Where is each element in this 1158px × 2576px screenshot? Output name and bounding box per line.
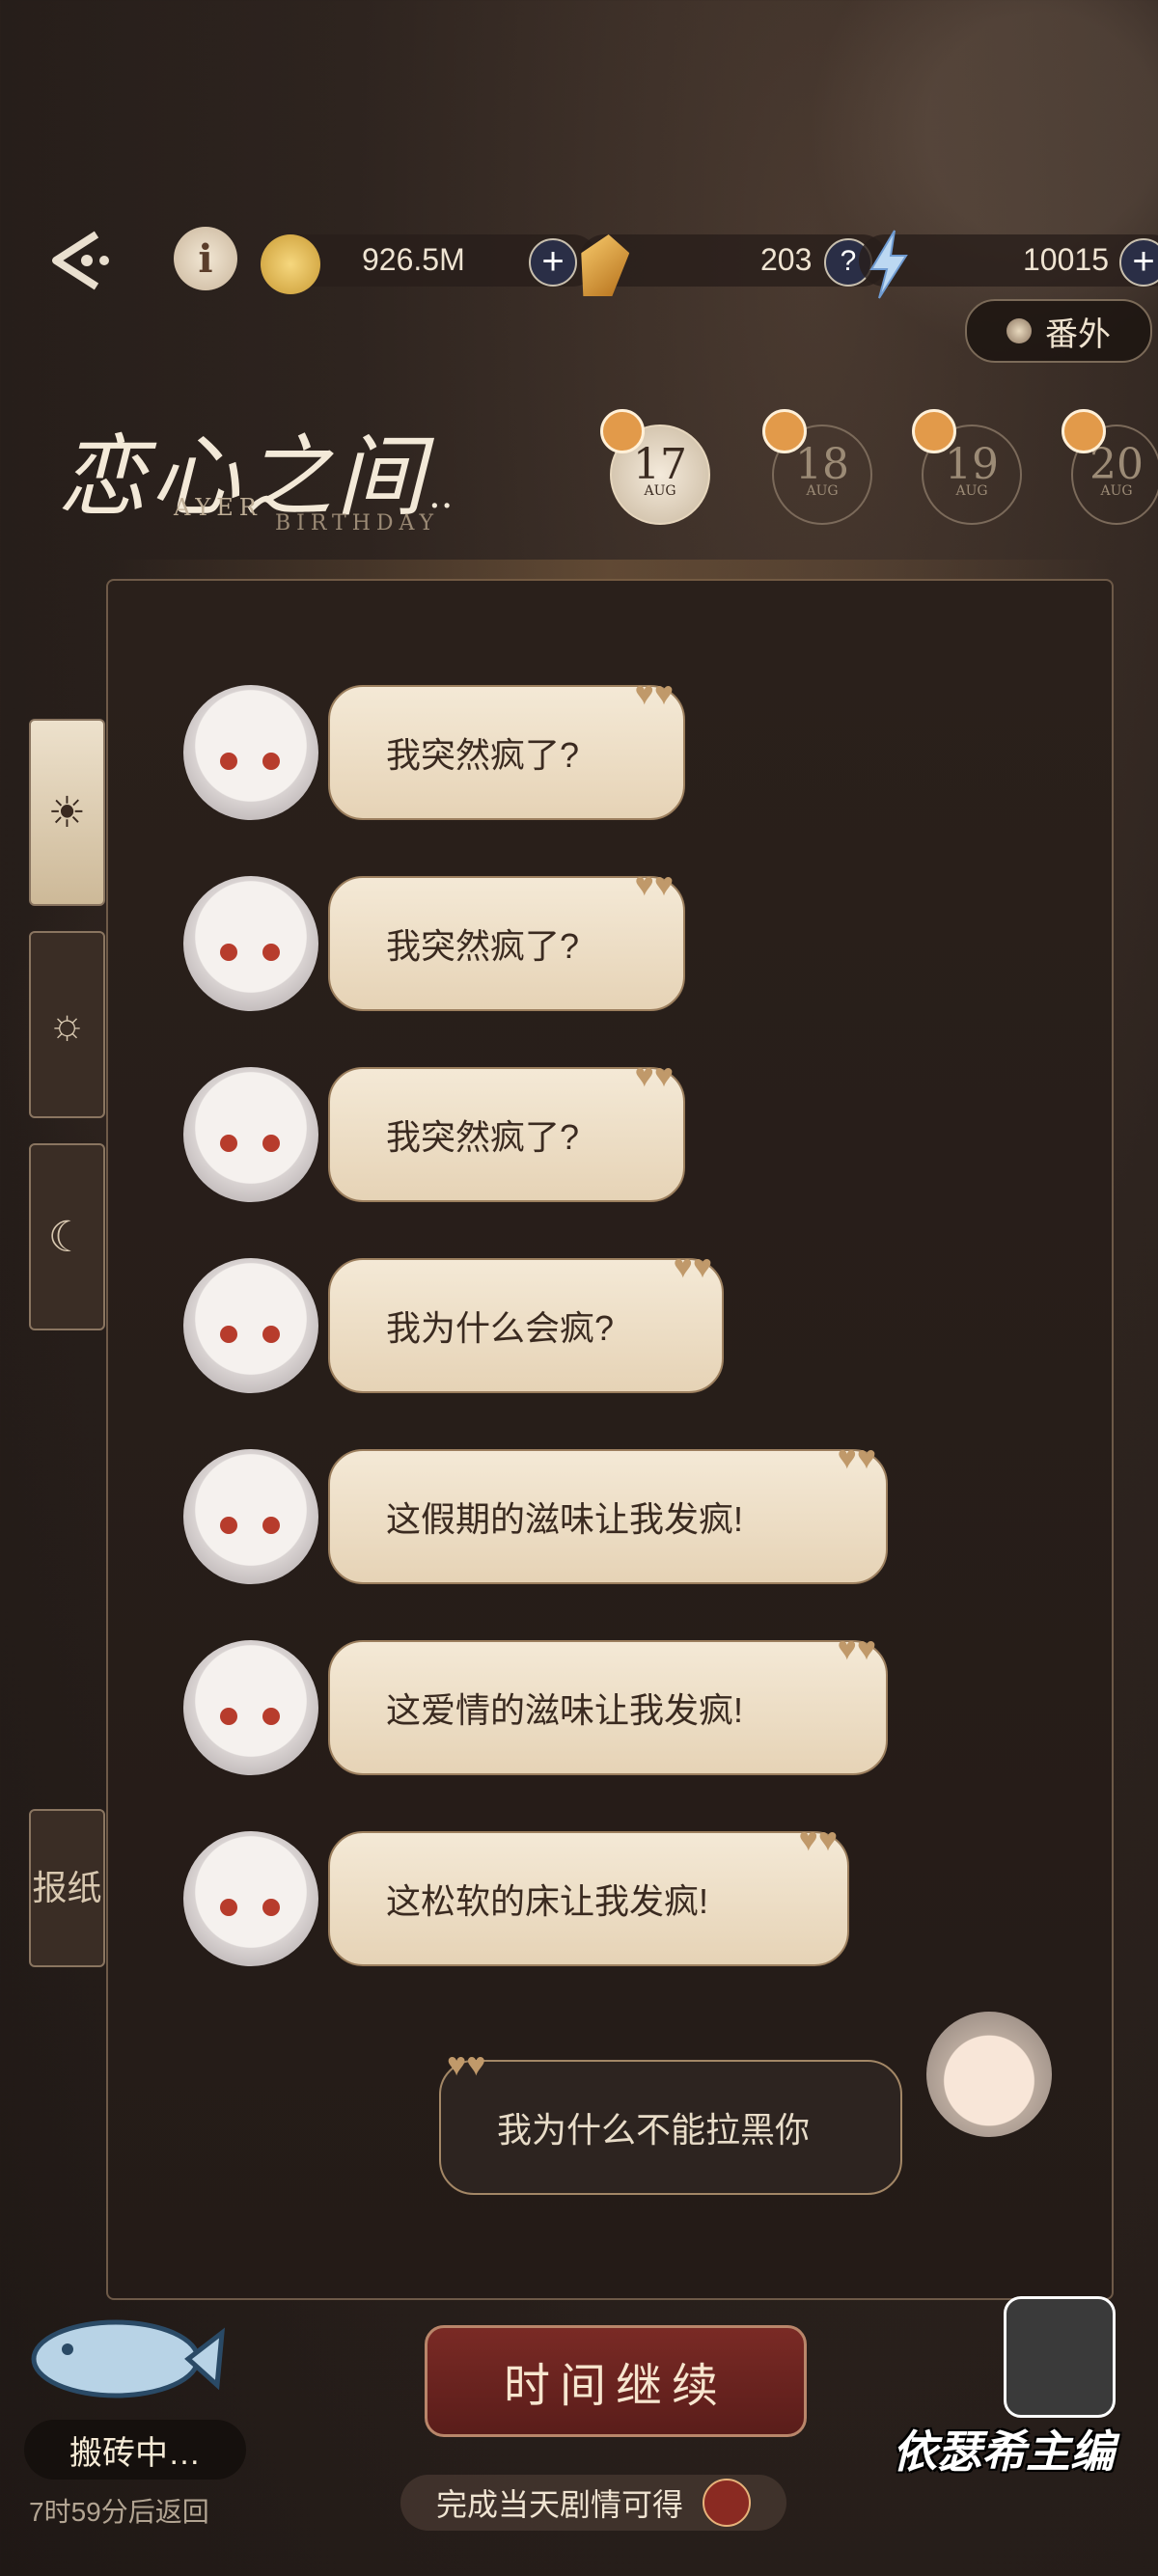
message-bubble: 我突然疯了? ♥♥	[328, 1057, 685, 1202]
fish-timer: 7时59分后返回	[29, 2497, 209, 2527]
sunrise-icon: ☀	[47, 788, 87, 836]
logo-subtitle-1: AYER	[174, 494, 262, 521]
back-arrow-icon[interactable]	[39, 227, 116, 294]
fish-status: 搬砖中…	[24, 2420, 246, 2480]
sun-icon: ☼	[47, 1000, 87, 1048]
date-month: AUG	[644, 483, 676, 499]
avatar[interactable]	[183, 1640, 318, 1775]
gem-counter: 203 ?	[579, 234, 888, 287]
reply-message: ♥♥ 我为什么不能拉黑你	[439, 2046, 902, 2195]
message-text: 这假期的滋味让我发疯!	[386, 1499, 744, 1539]
reply-text: 我为什么不能拉黑你	[497, 2110, 811, 2150]
heart-icon: ♥♥	[634, 866, 674, 903]
tab-morning[interactable]: ☀	[29, 719, 105, 906]
extra-story-button[interactable]: 番外	[965, 299, 1152, 363]
top-bar: i 926.5M + 203 ? 10015 +	[39, 217, 1158, 304]
gift-icon	[600, 409, 645, 453]
heart-icon: ♥♥	[798, 1822, 838, 1858]
ink-pot-icon	[1004, 2296, 1116, 2418]
date-month: AUG	[1100, 483, 1133, 499]
chat-message: 我突然疯了? ♥♥	[183, 675, 685, 820]
info-button[interactable]: i	[174, 227, 237, 290]
gift-icon	[1062, 409, 1106, 453]
avatar[interactable]	[183, 1449, 318, 1584]
reward-hint: 完成当天剧情可得	[400, 2475, 786, 2531]
lightning-icon	[869, 230, 908, 299]
date-20[interactable]: 20 AUG	[1062, 409, 1158, 525]
heart-icon: ♥♥	[837, 1439, 876, 1476]
add-coins-button[interactable]: +	[529, 238, 577, 287]
chat-message: 这爱情的滋味让我发疯! ♥♥	[183, 1631, 888, 1775]
message-bubble: 这松软的床让我发疯! ♥♥	[328, 1822, 849, 1966]
avatar[interactable]	[183, 685, 318, 820]
date-18[interactable]: 18 AUG	[762, 409, 872, 525]
chat-message: 这假期的滋味让我发疯! ♥♥	[183, 1439, 888, 1584]
chat-message: 我为什么会疯? ♥♥	[183, 1248, 724, 1393]
logo-subtitle-2: BIRTHDAY	[275, 511, 440, 535]
coin-value: 926.5M	[362, 242, 465, 277]
coin-icon	[261, 234, 320, 294]
date-month: AUG	[955, 483, 988, 499]
coin-counter: 926.5M +	[261, 234, 598, 294]
tab-noon[interactable]: ☼	[29, 931, 105, 1118]
gift-icon	[912, 409, 956, 453]
reply-bubble[interactable]: ♥♥ 我为什么不能拉黑你	[439, 2046, 902, 2195]
message-bubble: 这假期的滋味让我发疯! ♥♥	[328, 1439, 888, 1584]
chat-message: 我突然疯了? ♥♥	[183, 866, 685, 1011]
tab-night[interactable]: ☾	[29, 1143, 105, 1330]
heart-icon: ♥♥	[634, 1057, 674, 1094]
date-19[interactable]: 19 AUG	[912, 409, 1022, 525]
message-text: 这爱情的滋味让我发疯!	[386, 1690, 744, 1730]
continue-button[interactable]: 时间继续	[425, 2325, 807, 2437]
heart-icon: ♥♥	[634, 675, 674, 712]
date-month: AUG	[806, 483, 839, 499]
message-text: 我突然疯了?	[386, 1117, 580, 1157]
heart-icon: ♥♥	[447, 2046, 486, 2083]
heart-icon: ♥♥	[837, 1631, 876, 1667]
moon-icon: ☾	[47, 1213, 87, 1261]
avatar[interactable]	[183, 1831, 318, 1966]
event-logo: 恋心之间.. AYER BIRTHDAY	[58, 405, 453, 535]
reward-text: 完成当天剧情可得	[435, 2487, 683, 2522]
newspaper-label: 报纸	[32, 1867, 102, 1907]
message-bubble: 我突然疯了? ♥♥	[328, 675, 685, 820]
message-bubble: 这爱情的滋味让我发疯! ♥♥	[328, 1631, 888, 1775]
avatar[interactable]	[183, 876, 318, 1011]
fish-icon[interactable]	[24, 2306, 227, 2412]
add-energy-button[interactable]: +	[1119, 238, 1158, 287]
avatar[interactable]	[183, 1067, 318, 1202]
heart-icon: ♥♥	[673, 1248, 712, 1285]
player-avatar	[926, 2012, 1052, 2137]
gift-icon[interactable]	[703, 2479, 751, 2527]
message-bubble: 我突然疯了? ♥♥	[328, 866, 685, 1011]
date-17[interactable]: 17 AUG	[600, 409, 710, 525]
extra-story-icon	[1006, 318, 1032, 343]
gift-icon	[762, 409, 807, 453]
message-text: 这松软的床让我发疯!	[386, 1881, 709, 1921]
energy-counter: 10015 +	[859, 230, 1158, 299]
chat-message: 我突然疯了? ♥♥	[183, 1057, 685, 1202]
energy-value: 10015	[1023, 242, 1109, 277]
extra-story-label: 番外	[1045, 315, 1111, 353]
avatar[interactable]	[183, 1258, 318, 1393]
message-text: 我突然疯了?	[386, 926, 580, 966]
gem-value: 203	[760, 242, 813, 277]
chat-message: 这松软的床让我发疯! ♥♥	[183, 1822, 849, 1966]
message-bubble: 我为什么会疯? ♥♥	[328, 1248, 724, 1393]
message-text: 我为什么会疯?	[386, 1308, 615, 1348]
tab-newspaper[interactable]: 报纸	[29, 1809, 105, 1967]
editor-signature: 依瑟希主编	[893, 2426, 1115, 2477]
message-text: 我突然疯了?	[386, 735, 580, 775]
